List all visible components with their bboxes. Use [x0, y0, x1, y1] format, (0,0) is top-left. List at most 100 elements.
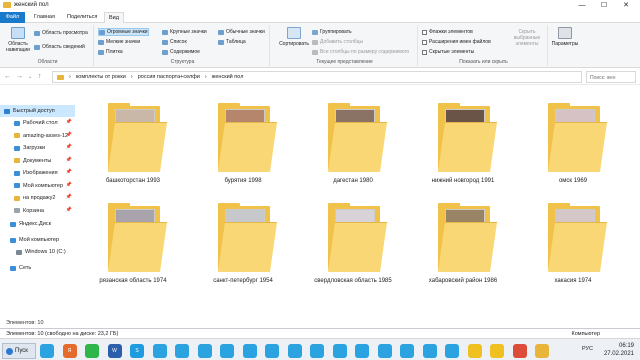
- telegram-icon[interactable]: [445, 344, 459, 358]
- sidebar-item[interactable]: amazing-asses-12 📌: [0, 130, 75, 142]
- telegram-icon[interactable]: [422, 344, 437, 358]
- whatsapp-icon[interactable]: [85, 344, 99, 358]
- add-columns-button[interactable]: Добавить столбцы: [312, 39, 363, 45]
- emoji-icon[interactable]: [467, 344, 482, 358]
- network-item[interactable]: Сеть: [0, 262, 75, 274]
- folder-item[interactable]: нижний новгород 1991: [408, 100, 518, 198]
- layout-list[interactable]: Список: [162, 39, 187, 45]
- details-pane-button[interactable]: Область сведений: [34, 44, 85, 50]
- maximize-button[interactable]: ☐: [594, 0, 614, 11]
- pin-icon[interactable]: 📌: [66, 157, 72, 163]
- start-button[interactable]: Пуск: [2, 343, 36, 359]
- file-extensions-toggle[interactable]: Расширения имен файлов: [422, 39, 491, 45]
- chrome-icon[interactable]: [512, 344, 527, 358]
- hide-selected-button[interactable]: Скрыть выбранные элементы: [506, 29, 548, 47]
- telegram-icon[interactable]: [242, 344, 257, 358]
- layout-content[interactable]: Содержимое: [162, 49, 200, 55]
- yandex-disk-item[interactable]: Яндекс.Диск: [0, 218, 75, 230]
- tab-file[interactable]: Файл: [0, 12, 25, 23]
- checkbox[interactable]: [422, 39, 427, 45]
- layout-medium-icons[interactable]: Обычные значки: [218, 29, 265, 35]
- up-icon[interactable]: ↑: [38, 73, 42, 80]
- language-indicator[interactable]: РУС: [582, 346, 593, 352]
- sidebar-item[interactable]: Загрузки 📌: [0, 142, 75, 154]
- layout-tiles[interactable]: Плитка: [98, 49, 123, 55]
- folder-label: нижний новгород 1991: [431, 178, 495, 184]
- folder-item[interactable]: башкоторстан 1993: [78, 100, 188, 198]
- recent-locations-icon[interactable]: ⌄: [28, 74, 32, 80]
- search-input[interactable]: Поиск: жен: [586, 71, 636, 83]
- folder-item[interactable]: санкт-петербург 1954: [188, 200, 298, 298]
- skype-icon[interactable]: S: [130, 344, 144, 358]
- telegram-icon[interactable]: [287, 344, 302, 358]
- browser-icon[interactable]: Я: [62, 344, 77, 358]
- pin-icon[interactable]: 📌: [66, 182, 72, 188]
- folder-item[interactable]: дагестан 1980: [298, 100, 408, 198]
- word-icon[interactable]: W: [107, 344, 122, 358]
- telegram-icon[interactable]: [175, 344, 189, 358]
- telegram-icon[interactable]: [265, 344, 279, 358]
- breadcrumb-item[interactable]: россия паспорта+селфи: [138, 74, 200, 80]
- folder-item[interactable]: рязанская область 1974: [78, 200, 188, 298]
- pin-icon[interactable]: 📌: [66, 194, 72, 200]
- folder-item[interactable]: хабаровский район 1986: [408, 200, 518, 298]
- layout-details[interactable]: Таблица: [218, 39, 246, 45]
- folder-item[interactable]: свердловская область 1985: [298, 200, 408, 298]
- sidebar-item[interactable]: Мой компьютер 📌: [0, 180, 75, 192]
- checkbox[interactable]: [422, 49, 427, 55]
- size-columns-button[interactable]: Все столбцы по размеру содержимого: [312, 49, 409, 55]
- telegram-icon[interactable]: [40, 344, 54, 358]
- breadcrumb-item[interactable]: женский пол: [212, 74, 244, 80]
- minimize-button[interactable]: —: [572, 0, 592, 11]
- folder-icon[interactable]: [535, 344, 549, 358]
- folder-icon: [438, 203, 498, 272]
- path-box[interactable]: › комплекты от рокки › россия паспорта+с…: [52, 71, 582, 83]
- quick-access-item[interactable]: Быстрый доступ: [0, 105, 75, 117]
- pin-icon[interactable]: 📌: [66, 169, 72, 175]
- close-button[interactable]: ✕: [616, 0, 636, 11]
- sidebar-item[interactable]: Рабочий стол 📌: [0, 117, 75, 129]
- this-pc-item[interactable]: Мой компьютер: [0, 234, 75, 246]
- telegram-icon[interactable]: [220, 344, 234, 358]
- telegram-icon[interactable]: [152, 344, 167, 358]
- layout-small-icons[interactable]: Мелкие значки: [98, 39, 140, 45]
- pin-icon[interactable]: 📌: [66, 119, 72, 125]
- folder-item[interactable]: бурятия 1998: [188, 100, 298, 198]
- emoji-icon[interactable]: [490, 344, 504, 358]
- telegram-icon[interactable]: [400, 344, 414, 358]
- drive-item[interactable]: Windows 10 (C:): [0, 246, 75, 258]
- preview-pane-button[interactable]: Область просмотра: [34, 30, 88, 36]
- layout-large-icons[interactable]: Крупные значки: [162, 29, 207, 35]
- breadcrumb-item[interactable]: комплекты от рокки: [76, 74, 126, 80]
- tab-home[interactable]: Главная: [30, 12, 59, 23]
- checkbox[interactable]: [422, 29, 427, 35]
- sidebar-item[interactable]: Изображения 📌: [0, 167, 75, 179]
- pin-icon[interactable]: 📌: [66, 207, 72, 213]
- telegram-icon[interactable]: [377, 344, 392, 358]
- back-icon[interactable]: ←: [4, 73, 11, 80]
- forward-icon[interactable]: →: [16, 73, 23, 80]
- pin-icon[interactable]: 📌: [66, 132, 72, 138]
- nav-pane-button[interactable]: Область навигации: [4, 27, 32, 53]
- sidebar-item[interactable]: Документы 📌: [0, 155, 75, 167]
- sidebar-item[interactable]: на продажу2 📌: [0, 192, 75, 204]
- clock[interactable]: 06:19 27.02.2021: [604, 342, 634, 358]
- telegram-icon[interactable]: [197, 344, 212, 358]
- system-tray: РУС 06:19 27.02.2021: [570, 341, 638, 359]
- telegram-icon[interactable]: [332, 344, 347, 358]
- sidebar-item[interactable]: Корзина 📌: [0, 205, 75, 217]
- tab-share[interactable]: Поделиться: [63, 12, 101, 23]
- folder-item[interactable]: хакасия 1974: [518, 200, 628, 298]
- options-button[interactable]: Параметры: [550, 27, 580, 47]
- sort-button[interactable]: Сортировать: [274, 27, 314, 47]
- group-by-button[interactable]: Группировать: [312, 29, 352, 35]
- nav-label: на продажу2: [23, 195, 56, 201]
- hidden-items-toggle[interactable]: Скрытые элементы: [422, 49, 474, 55]
- layout-extra-large-icons[interactable]: Огромные значки: [98, 28, 149, 36]
- pin-icon[interactable]: 📌: [66, 144, 72, 150]
- folder-item[interactable]: омск 1969: [518, 100, 628, 198]
- item-checkboxes-toggle[interactable]: Флажки элементов: [422, 29, 473, 35]
- tab-view[interactable]: Вид: [104, 12, 124, 23]
- telegram-icon[interactable]: [355, 344, 369, 358]
- telegram-icon[interactable]: [310, 344, 324, 358]
